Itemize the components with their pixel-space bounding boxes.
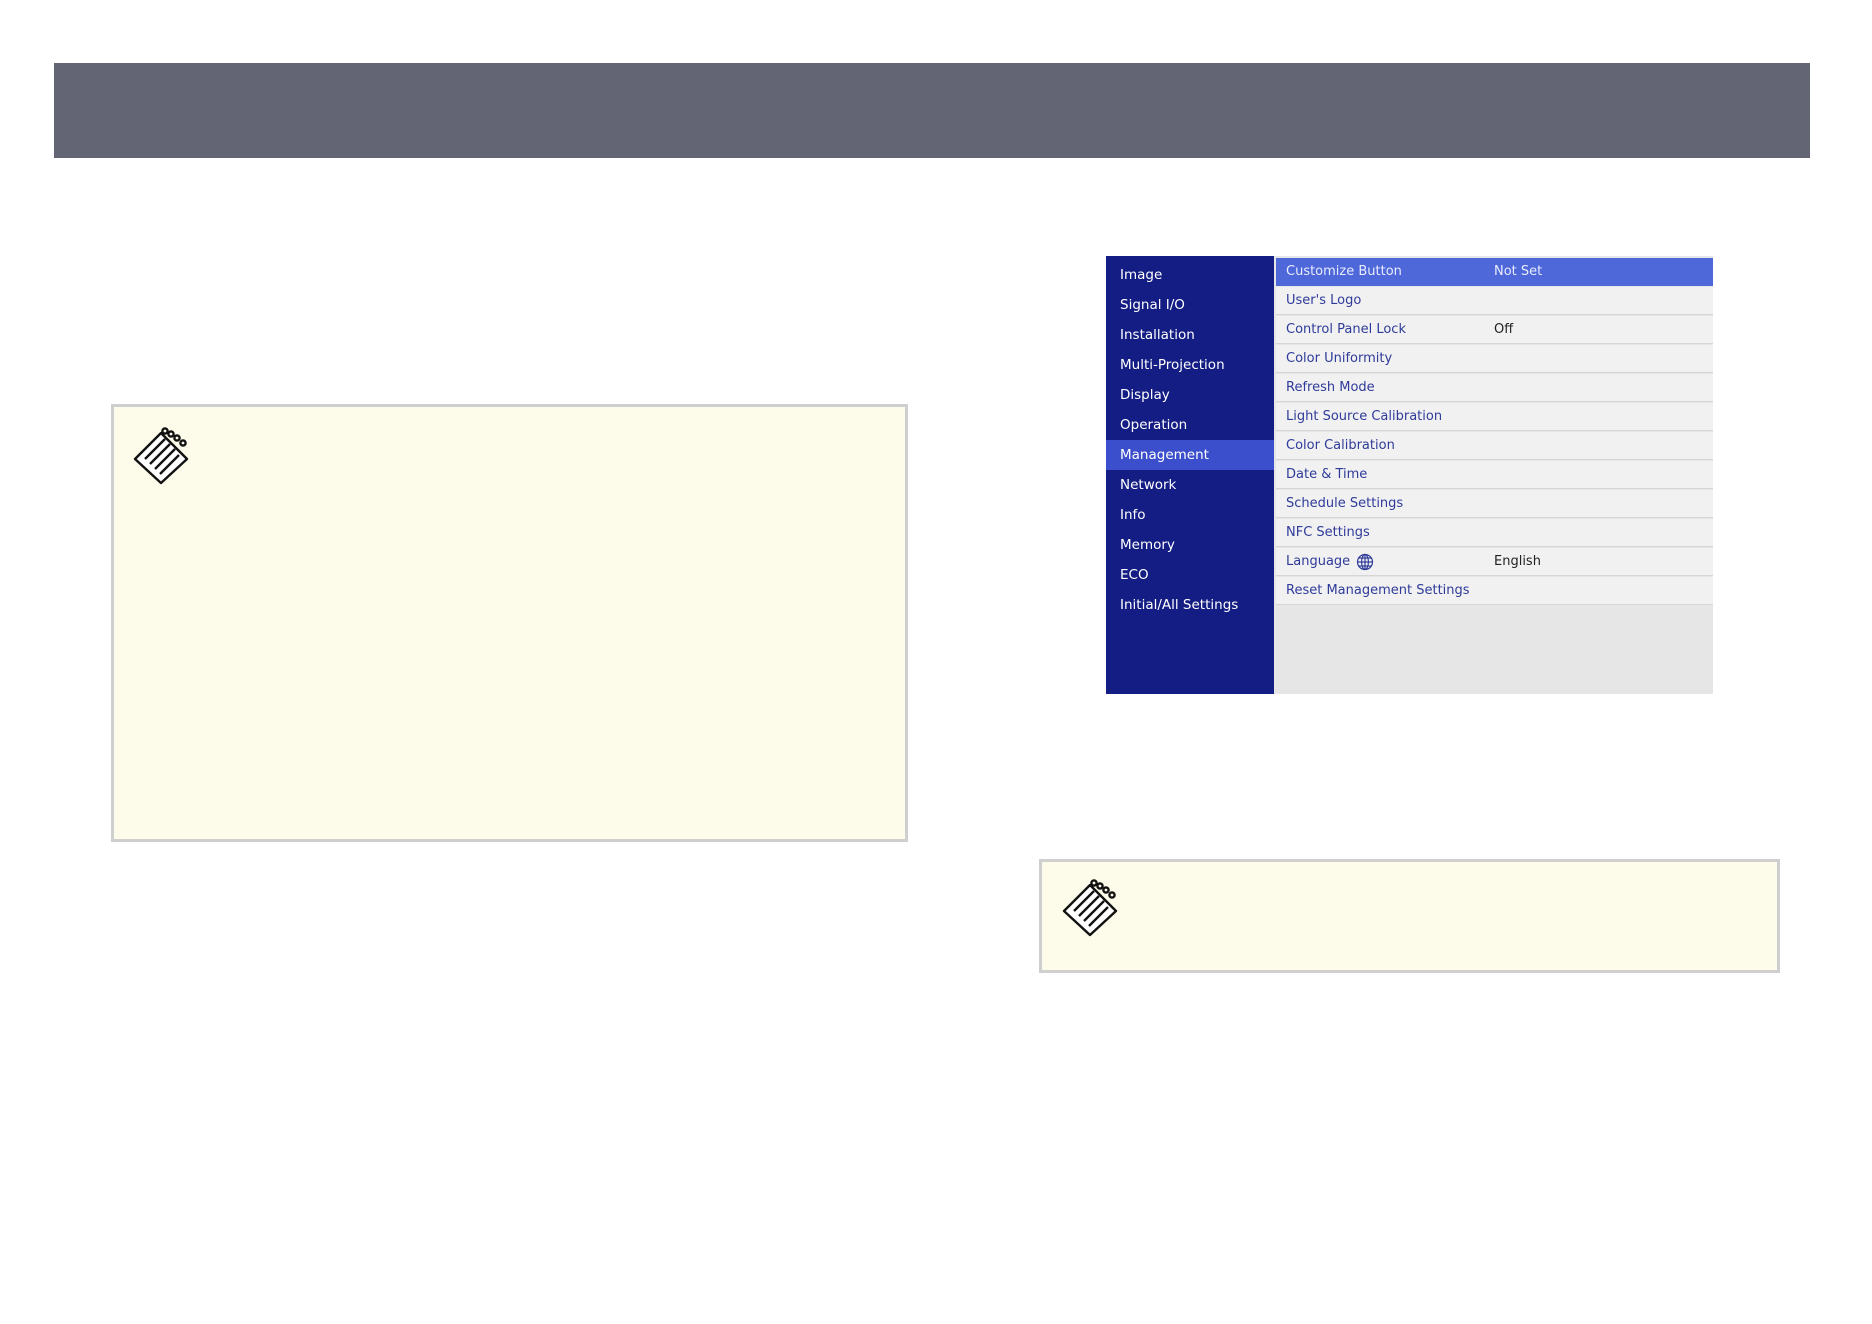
menu-item-light-source-calibration[interactable]: Light Source Calibration: [1276, 403, 1713, 431]
header-bar: [54, 63, 1810, 158]
menu-item-label: Language: [1286, 548, 1374, 576]
menu-item-customize-button[interactable]: Customize Button Not Set: [1276, 258, 1713, 286]
menu-item-label: Control Panel Lock: [1286, 316, 1406, 344]
menu-item-value: English: [1494, 554, 1541, 569]
globe-icon: [1357, 553, 1374, 570]
menu-item-label: Schedule Settings: [1286, 490, 1403, 518]
menu-item-refresh-mode[interactable]: Refresh Mode: [1276, 374, 1713, 402]
menu-item-control-panel-lock[interactable]: Control Panel Lock Off: [1276, 316, 1713, 344]
menu-item-label-text: Control Panel Lock: [1286, 322, 1406, 337]
menu-item-color-calibration[interactable]: Color Calibration: [1276, 432, 1713, 460]
menu-item-user-s-logo[interactable]: User's Logo: [1276, 287, 1713, 315]
menu-item-label-text: Date & Time: [1286, 467, 1368, 482]
menu-item-label-text: Color Uniformity: [1286, 351, 1393, 366]
menu-item-label-text: Light Source Calibration: [1286, 409, 1443, 424]
menu-item-label: NFC Settings: [1286, 519, 1370, 547]
menu-item-value: Off: [1494, 322, 1514, 337]
menu-item-label-text: Schedule Settings: [1286, 496, 1404, 511]
sidebar-item-multi-projection[interactable]: Multi-Projection: [1106, 350, 1274, 380]
menu-item-label-text: Language: [1286, 554, 1351, 569]
menu-item-label-text: Color Calibration: [1286, 438, 1395, 453]
menu-item-color-uniformity[interactable]: Color Uniformity: [1276, 345, 1713, 373]
sidebar-item-installation[interactable]: Installation: [1106, 320, 1274, 350]
menu-item-date-time[interactable]: Date & Time: [1276, 461, 1713, 489]
menu-item-label: Date & Time: [1286, 461, 1367, 489]
menu-item-label: Color Calibration: [1286, 432, 1395, 460]
sidebar-item-operation[interactable]: Operation: [1106, 410, 1274, 440]
note-box-left: [111, 404, 908, 842]
menu-item-language[interactable]: Language English: [1276, 548, 1713, 576]
note-box-right: [1039, 859, 1780, 973]
sidebar-item-display[interactable]: Display: [1106, 380, 1274, 410]
menu-item-label: Customize Button: [1286, 258, 1402, 286]
menu-item-label-text: NFC Settings: [1286, 525, 1370, 540]
sidebar-item-memory[interactable]: Memory: [1106, 530, 1274, 560]
menu-item-value: Not Set: [1494, 264, 1543, 279]
menu-item-label: Color Uniformity: [1286, 345, 1392, 373]
menu-sidebar: Image Signal I/O Installation Multi-Project…: [1106, 256, 1274, 694]
sidebar-item-management[interactable]: Management: [1106, 440, 1274, 470]
sidebar-item-signal-i-o[interactable]: Signal I/O: [1106, 290, 1274, 320]
menu-item-label-text: Reset Management Settings: [1286, 583, 1470, 598]
menu-item-label: Reset Management Settings: [1286, 577, 1470, 605]
sidebar-item-initial-all-settings[interactable]: Initial/All Settings: [1106, 590, 1274, 620]
sidebar-item-image[interactable]: Image: [1106, 260, 1274, 290]
notepad-icon: [1062, 879, 1118, 937]
menu-item-label-text: User's Logo: [1286, 293, 1362, 308]
sidebar-item-network[interactable]: Network: [1106, 470, 1274, 500]
menu-item-reset-management-settings[interactable]: Reset Management Settings: [1276, 577, 1713, 605]
sidebar-item-info[interactable]: Info: [1106, 500, 1274, 530]
menu-item-label-text: Refresh Mode: [1286, 380, 1375, 395]
notepad-icon: [133, 427, 189, 485]
menu-item-label: User's Logo: [1286, 287, 1361, 315]
menu-item-label-text: Customize Button: [1286, 264, 1402, 279]
menu-item-nfc-settings[interactable]: NFC Settings: [1276, 519, 1713, 547]
menu-item-label: Light Source Calibration: [1286, 403, 1442, 431]
projector-menu: Image Signal I/O Installation Multi-Project…: [1106, 256, 1713, 694]
menu-item-label: Refresh Mode: [1286, 374, 1375, 402]
menu-item-schedule-settings[interactable]: Schedule Settings: [1276, 490, 1713, 518]
sidebar-item-eco[interactable]: ECO: [1106, 560, 1274, 590]
